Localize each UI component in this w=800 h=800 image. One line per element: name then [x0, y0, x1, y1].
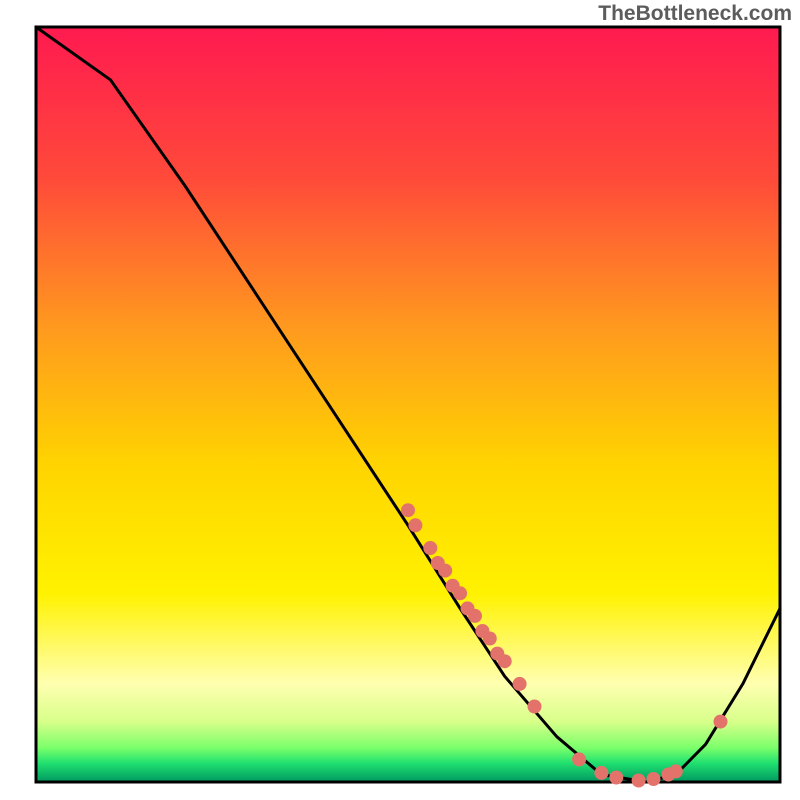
data-point	[483, 632, 497, 646]
data-point	[498, 654, 512, 668]
data-point	[468, 609, 482, 623]
data-point	[594, 766, 608, 780]
data-point	[423, 541, 437, 555]
chart-container: TheBottleneck.com	[0, 0, 800, 800]
chart-plot	[0, 0, 800, 800]
data-point	[609, 771, 623, 785]
data-point	[647, 772, 661, 786]
gradient-background	[36, 27, 780, 782]
data-point	[528, 700, 542, 714]
data-point	[669, 764, 683, 778]
data-point	[438, 564, 452, 578]
data-point	[572, 752, 586, 766]
watermark-text: TheBottleneck.com	[598, 2, 792, 26]
data-point	[453, 586, 467, 600]
data-point	[714, 715, 728, 729]
data-point	[408, 518, 422, 532]
data-point	[513, 677, 527, 691]
data-point	[632, 774, 646, 788]
data-point	[401, 503, 415, 517]
